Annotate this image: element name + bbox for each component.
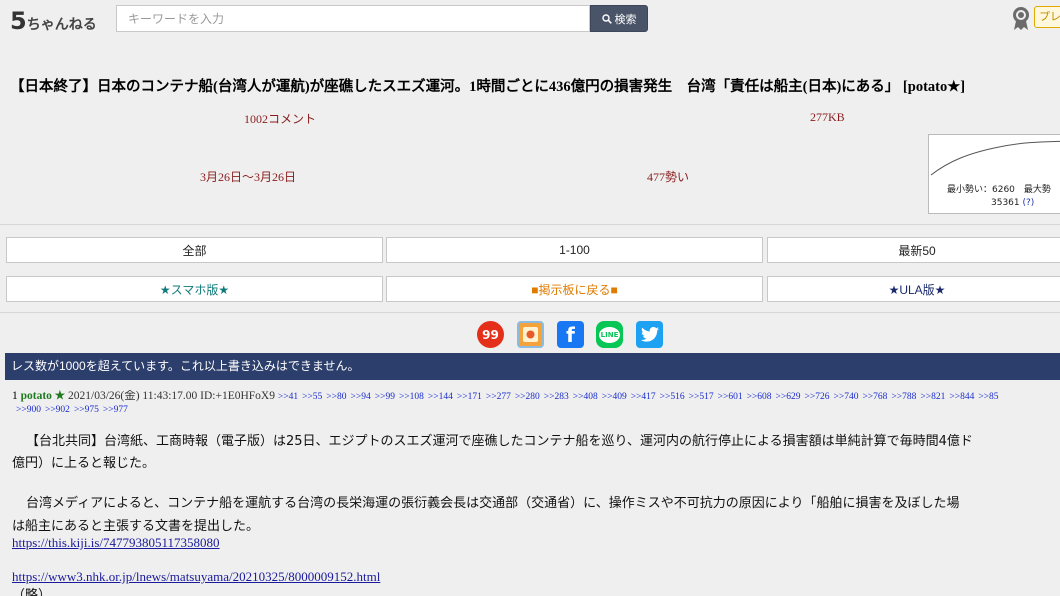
reply-anchor-link[interactable]: >>977 [103, 405, 128, 415]
post-body-line: 台湾メディアによると、コンテナ船を運航する台湾の長栄海運の張衍義会長は交通部（交… [26, 496, 960, 511]
reply-anchor-link[interactable]: >>608 [747, 392, 772, 402]
reply-anchor-link[interactable]: >>900 [16, 405, 41, 415]
thread-size: 277KB [810, 110, 845, 124]
reply-anchor-link[interactable]: >>280 [515, 392, 540, 402]
reply-anchor-link[interactable]: >>41 [278, 392, 298, 402]
logo-five: 5 [10, 7, 27, 35]
reply-anchor-link[interactable]: >>85 [978, 392, 998, 402]
reply-anchor-link[interactable]: >>844 [949, 392, 974, 402]
momentum-graph: 最小勢い：6260 最大勢 35361 (?) [928, 134, 1060, 214]
source-link-nhk[interactable]: https://www3.nhk.or.jp/lnews/matsuyama/2… [12, 569, 380, 585]
nav-range-button[interactable]: 1-100 [386, 237, 763, 263]
thread-dates: 3月26日～3月26日 [200, 170, 297, 184]
share-bookmark-icon[interactable] [517, 321, 544, 348]
post-number[interactable]: 1 [12, 390, 18, 402]
divider [0, 312, 1060, 313]
post-body-line: は船主にあると主張する文書を提出した。 [12, 519, 260, 534]
reply-anchor-link[interactable]: >>94 [351, 392, 371, 402]
comment-count: 1002コメント [244, 112, 317, 126]
reply-anchors: >>41 >>55 >>80 >>94 >>99 >>108 >>144 >>171 >>277… [278, 390, 1003, 402]
back-to-board-button[interactable]: ■掲示板に戻る■ [386, 276, 763, 302]
reply-anchor-link[interactable]: >>55 [302, 392, 322, 402]
reply-anchor-link[interactable]: >>80 [326, 392, 346, 402]
share-line-icon[interactable]: LINE [596, 321, 623, 348]
search-input[interactable] [116, 5, 590, 32]
reply-anchor-link[interactable]: >>516 [660, 392, 685, 402]
share-99-icon[interactable]: 99 [477, 321, 504, 348]
post-header: 1 potato ★ 2021/03/26(金) 11:43:17.00 ID:… [12, 390, 1060, 404]
share-facebook-icon[interactable]: f [557, 321, 584, 348]
premium-button[interactable]: プレ [1034, 6, 1060, 28]
graph-max-value: 35361 [991, 198, 1020, 208]
post-author: potato ★ [20, 390, 66, 402]
search-button[interactable]: 検索 [590, 5, 648, 32]
post-body-line: 【台北共同】台湾紙、工商時報（電子版）は25日、エジプトのスエズ運河で座礁したコ… [26, 434, 973, 449]
logo-text: ちゃんねる [26, 17, 97, 33]
reply-anchor-link[interactable]: >>283 [544, 392, 569, 402]
write-closed-notice: レス数が1000を超えています。これ以上書き込みはできません。 [5, 353, 1060, 380]
reply-anchor-link[interactable]: >>629 [776, 392, 801, 402]
site-logo[interactable]: 5 ちゃんねる [10, 7, 97, 35]
twitter-bird-icon [640, 327, 659, 342]
reply-anchor-link[interactable]: >>740 [833, 392, 858, 402]
post-datetime: 2021/03/26(金) 11:43:17.00 ID:+1E0HFoX9 [68, 390, 275, 402]
reply-anchor-link[interactable]: >>277 [486, 392, 511, 402]
share-twitter-icon[interactable] [636, 321, 663, 348]
nav-all-button[interactable]: 全部 [6, 237, 383, 263]
nav-latest-button[interactable]: 最新50 [767, 237, 1060, 263]
reply-anchor-link[interactable]: >>144 [428, 392, 453, 402]
post-body-omitted: （略） [12, 588, 52, 596]
bookmark-icon [523, 327, 538, 342]
reply-anchor-link[interactable]: >>821 [920, 392, 945, 402]
smartphone-version-button[interactable]: ★スマホ版★ [6, 276, 383, 302]
momentum-graph-curve [930, 140, 1060, 176]
graph-caption-line1: 最小勢い：6260 最大勢 [947, 185, 1051, 195]
reply-anchor-link[interactable]: >>408 [573, 392, 598, 402]
medal-icon[interactable] [1010, 5, 1032, 31]
graph-caption-line2: 35361 (?) [947, 197, 1060, 210]
source-link-kiji[interactable]: https://this.kiji.is/747793805117358080 [12, 535, 220, 551]
reply-anchor-link[interactable]: >>517 [689, 392, 714, 402]
reply-anchors-row2: >>900 >>902 >>975 >>977 [16, 404, 132, 417]
graph-caption: 最小勢い：6260 最大勢 35361 (?) [929, 184, 1060, 210]
top-bar: 5 ちゃんねる 検索 プレ [0, 0, 1060, 40]
post-body-line: 億円）に上ると報じた。 [12, 456, 156, 471]
reply-anchor-link[interactable]: >>99 [375, 392, 395, 402]
reply-anchor-link[interactable]: >>975 [74, 405, 99, 415]
reply-anchor-link[interactable]: >>171 [457, 392, 482, 402]
line-bubble: LINE [599, 326, 620, 343]
reply-anchor-link[interactable]: >>417 [631, 392, 656, 402]
graph-help-link[interactable]: (?) [1023, 198, 1035, 208]
thread-momentum: 477勢い [647, 170, 690, 184]
thread-title: 【日本終了】日本のコンテナ船(台湾人が運航)が座礁したスエズ運河。1時間ごとに4… [10, 79, 966, 95]
reply-anchor-link[interactable]: >>902 [45, 405, 70, 415]
reply-anchor-link[interactable]: >>409 [602, 392, 627, 402]
search-icon [601, 13, 612, 24]
ula-version-button[interactable]: ★ULA版★ [767, 276, 1060, 302]
divider [0, 224, 1060, 225]
reply-anchor-link[interactable]: >>108 [399, 392, 424, 402]
reply-anchor-link[interactable]: >>601 [718, 392, 743, 402]
reply-anchor-link[interactable]: >>768 [862, 392, 887, 402]
reply-anchor-link[interactable]: >>726 [805, 392, 830, 402]
search-button-label: 検索 [614, 12, 637, 26]
reply-anchor-link[interactable]: >>788 [891, 392, 916, 402]
